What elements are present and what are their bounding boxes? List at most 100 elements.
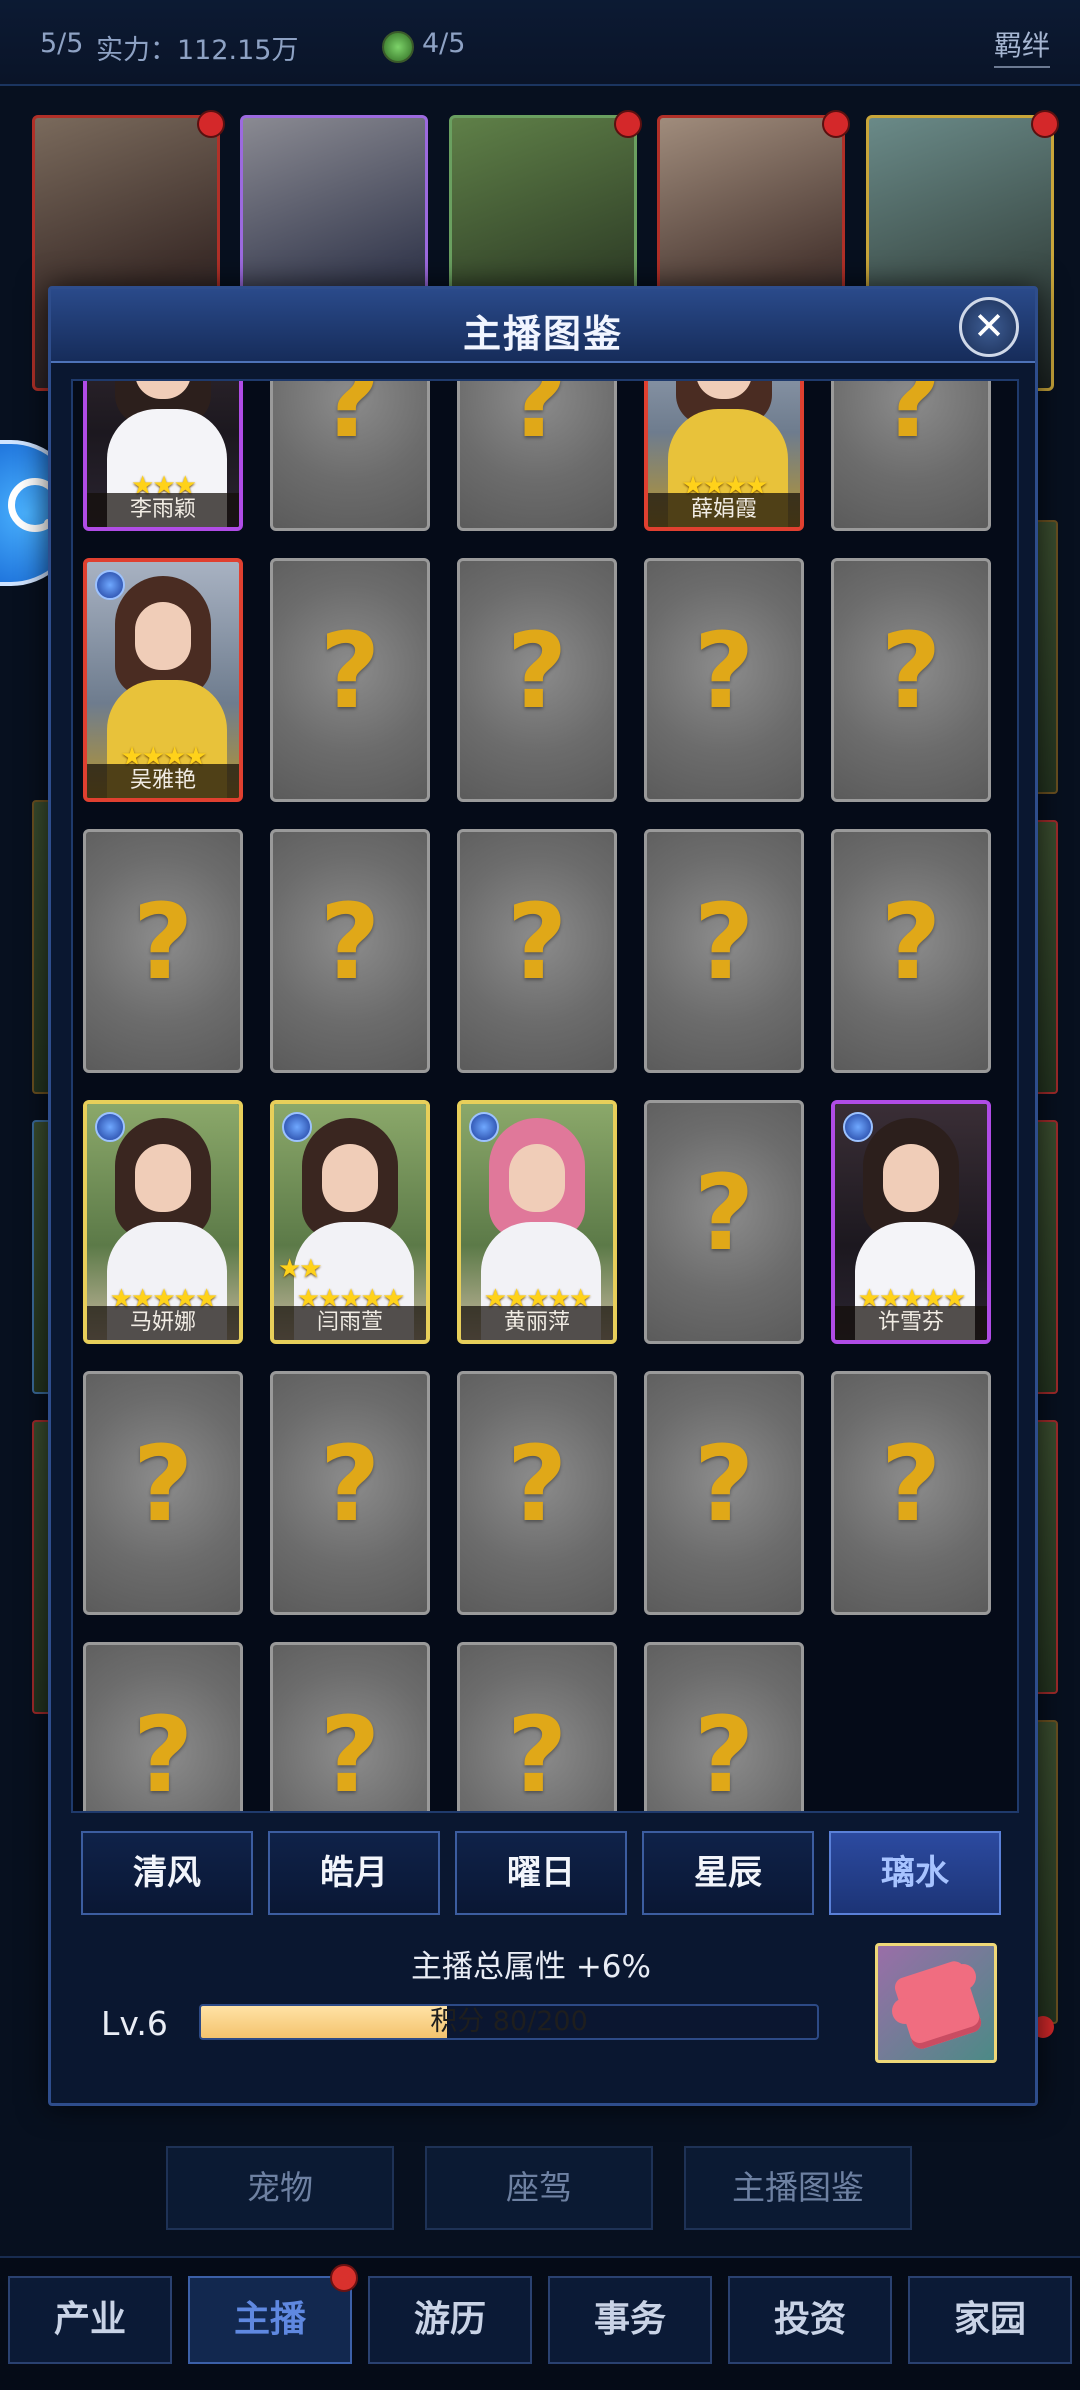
top-status-bar: 5/5 实力：112.15万 4/5 羁绊	[0, 0, 1080, 86]
question-mark-icon: ?	[693, 1423, 755, 1545]
notification-dot	[1031, 110, 1059, 138]
locked-card[interactable]: ?	[831, 829, 991, 1073]
blue-badge-icon	[95, 570, 125, 600]
blue-badge-icon	[843, 1112, 873, 1142]
nav-travel[interactable]: 游历	[368, 2276, 532, 2364]
locked-card[interactable]: ?	[270, 558, 430, 802]
anchor-name: 闫雨萱	[274, 1306, 426, 1340]
question-mark-icon: ?	[506, 1694, 568, 1813]
nav-affairs[interactable]: 事务	[548, 2276, 712, 2364]
question-mark-icon: ?	[132, 1694, 194, 1813]
progress-label: 积分 80/200	[430, 2006, 588, 2037]
question-mark-icon: ?	[506, 881, 568, 1003]
locked-card[interactable]: ?	[270, 829, 430, 1073]
question-mark-icon: ?	[693, 610, 755, 732]
element-green-icon	[382, 31, 414, 63]
anchor-gallery-button[interactable]: 主播图鉴	[684, 2146, 912, 2230]
locked-card[interactable]: ?	[644, 829, 804, 1073]
nav-industry[interactable]: 产业	[8, 2276, 172, 2364]
anchor-name: 马妍娜	[87, 1306, 239, 1340]
locked-card[interactable]: ?	[644, 1371, 804, 1615]
nav-anchor[interactable]: 主播	[188, 2276, 352, 2364]
anchor-card[interactable]: ★★★★★ 黄丽萍	[457, 1100, 617, 1344]
mount-button[interactable]: 座驾	[425, 2146, 653, 2230]
collection-level: Lv.6	[101, 2004, 168, 2043]
question-mark-icon: ?	[319, 1694, 381, 1813]
nav-home[interactable]: 家园	[908, 2276, 1072, 2364]
locked-card[interactable]: ?	[457, 1642, 617, 1813]
notification-dot	[614, 110, 642, 138]
question-mark-icon: ?	[880, 379, 942, 461]
roster-count: 5/5	[40, 28, 84, 59]
question-mark-icon: ?	[132, 1423, 194, 1545]
anchor-name: 薛娟霞	[648, 493, 800, 527]
anchor-card[interactable]: ★★★★ 薛娟霞	[644, 381, 804, 531]
anchor-card[interactable]: ★★★ 李雨颖	[83, 381, 243, 531]
question-mark-icon: ?	[319, 379, 381, 461]
tab-xingchen[interactable]: 星辰	[642, 1831, 814, 1915]
locked-card[interactable]: ?	[83, 1371, 243, 1615]
anchor-card[interactable]: ★★★★★ 许雪芬	[831, 1100, 991, 1344]
locked-card[interactable]: ?	[831, 379, 991, 531]
tab-haoyue[interactable]: 皓月	[268, 1831, 440, 1915]
anchor-name: 吴雅艳	[87, 764, 239, 798]
locked-card[interactable]: ?	[83, 829, 243, 1073]
question-mark-icon: ?	[506, 610, 568, 732]
locked-card[interactable]: ?	[270, 1642, 430, 1813]
nav-invest[interactable]: 投资	[728, 2276, 892, 2364]
anchor-gallery-modal: 主播图鉴 ✕ ★★★ 李雨颖?? ★★★★ 薛娟霞? ★★★★ 吴雅艳????????? ★…	[48, 286, 1038, 2106]
blue-badge-icon	[469, 1112, 499, 1142]
locked-card[interactable]: ?	[270, 1371, 430, 1615]
notification-dot	[197, 110, 225, 138]
question-mark-icon: ?	[506, 379, 568, 461]
anchor-card[interactable]: ★★★★★ 马妍娜	[83, 1100, 243, 1344]
question-mark-icon: ?	[880, 1423, 942, 1545]
locked-card[interactable]: ?	[83, 1642, 243, 1813]
anchor-name: 许雪芬	[835, 1306, 987, 1340]
locked-card[interactable]: ?	[644, 558, 804, 802]
question-mark-icon: ?	[880, 881, 942, 1003]
locked-card[interactable]: ?	[457, 558, 617, 802]
question-mark-icon: ?	[880, 610, 942, 732]
question-mark-icon: ?	[319, 1423, 381, 1545]
notification-dot	[822, 110, 850, 138]
bond-link[interactable]: 羁绊	[993, 24, 1050, 68]
notification-dot	[330, 2264, 358, 2292]
close-button[interactable]: ✕	[959, 297, 1019, 357]
card-grid[interactable]: ★★★ 李雨颖?? ★★★★ 薛娟霞? ★★★★ 吴雅艳????????? ★★★★★ 马妍娜…	[71, 379, 1019, 1813]
blue-badge-icon	[95, 1112, 125, 1142]
question-mark-icon: ?	[506, 1423, 568, 1545]
tab-lishui[interactable]: 璃水	[829, 1831, 1001, 1915]
question-mark-icon: ?	[319, 610, 381, 732]
locked-card[interactable]: ?	[831, 1371, 991, 1615]
locked-card[interactable]: ?	[457, 379, 617, 531]
blue-badge-icon	[282, 1112, 312, 1142]
anchor-card[interactable]: ★★ ★★★★★ 闫雨萱	[270, 1100, 430, 1344]
tab-qingfeng[interactable]: 清风	[81, 1831, 253, 1915]
question-mark-icon: ?	[319, 881, 381, 1003]
close-icon: ✕	[973, 304, 1005, 348]
pet-button[interactable]: 宠物	[166, 2146, 394, 2230]
star-rating: ★★	[278, 1254, 323, 1284]
locked-card[interactable]: ?	[457, 829, 617, 1073]
power-value: 实力：112.15万	[96, 35, 299, 66]
question-mark-icon: ?	[693, 1152, 755, 1274]
score-progress-bar: 积分 80/200	[199, 2004, 819, 2040]
locked-card[interactable]: ?	[644, 1100, 804, 1344]
puzzle-piece-button[interactable]	[875, 1943, 997, 2063]
total-attribute-bonus: 主播总属性 +6%	[410, 1949, 651, 1985]
slot-count: 4/5	[422, 28, 466, 59]
locked-card[interactable]: ?	[831, 558, 991, 802]
modal-title: 主播图鉴	[462, 312, 623, 356]
anchor-name: 李雨颖	[87, 493, 239, 527]
tab-yaori[interactable]: 曜日	[455, 1831, 627, 1915]
modal-header: 主播图鉴 ✕	[51, 289, 1035, 363]
question-mark-icon: ?	[693, 881, 755, 1003]
question-mark-icon: ?	[132, 881, 194, 1003]
locked-card[interactable]: ?	[270, 379, 430, 531]
question-mark-icon: ?	[693, 1694, 755, 1813]
anchor-card[interactable]: ★★★★ 吴雅艳	[83, 558, 243, 802]
locked-card[interactable]: ?	[457, 1371, 617, 1615]
locked-card[interactable]: ?	[644, 1642, 804, 1813]
anchor-name: 黄丽萍	[461, 1306, 613, 1340]
